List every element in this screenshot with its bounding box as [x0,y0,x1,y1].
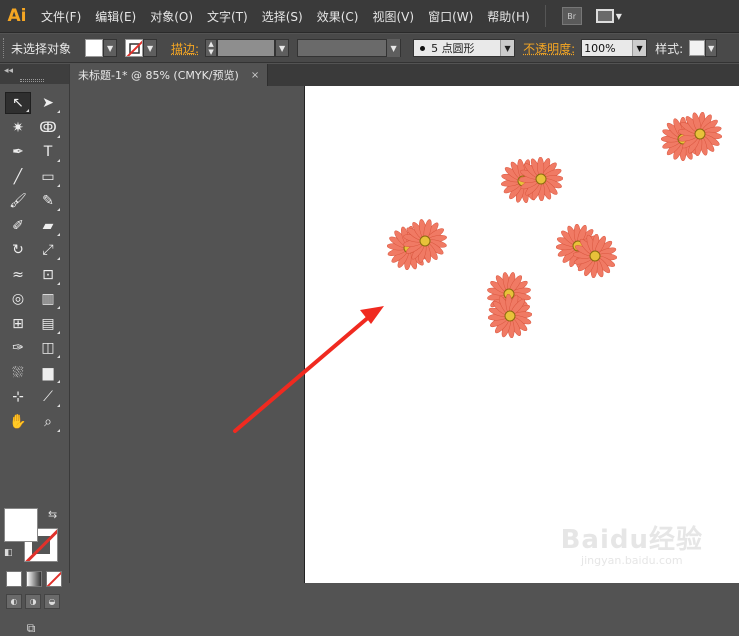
line-tool-icon[interactable]: ╱ [5,166,31,188]
fill-color-dropdown[interactable]: ▼ [85,39,118,57]
menu-window[interactable]: 窗口(W) [421,8,480,25]
free-transform-tool-icon[interactable]: ⊡ [35,264,61,286]
stroke-weight-input[interactable] [217,39,276,57]
menu-view[interactable]: 视图(V) [365,8,421,25]
menu-edit[interactable]: 编辑(E) [88,8,143,25]
fill-stroke-controls: ⇆ ◧ [4,508,64,566]
blend-tool-icon[interactable]: ◫ [35,337,61,359]
brush-size: 5 [431,42,439,55]
selection-tool-icon[interactable]: ↖ [5,92,31,114]
document-tab-bar: 未标题-1* @ 85% (CMYK/预览) × [70,64,739,86]
draw-inside-icon[interactable]: ◒ [44,594,60,609]
chevron-down-icon[interactable]: ▼ [500,40,515,56]
draw-normal-icon[interactable]: ◐ [6,594,22,609]
drawing-mode-row: ◐ ◑ ◒ [6,594,60,609]
mesh-tool-icon[interactable]: ⊞ [5,313,31,335]
document-tab[interactable]: 未标题-1* @ 85% (CMYK/预览) × [70,64,269,86]
gradient-mode-button[interactable] [26,571,42,587]
fill-color-box[interactable] [4,508,38,542]
red-arrow-annotation [233,306,384,433]
menu-type[interactable]: 文字(T) [200,8,255,25]
graphic-style-swatch[interactable] [689,40,706,56]
chevron-down-icon[interactable]: ▼ [103,39,118,57]
swap-fill-stroke-icon[interactable]: ⇆ [48,508,57,521]
screen-mode-icon[interactable]: ⧉ [19,620,43,636]
column-graph-tool-icon[interactable]: ▆ [35,362,61,384]
menu-help[interactable]: 帮助(H) [480,8,536,25]
fill-swatch[interactable] [85,39,104,57]
magic-wand-tool-icon[interactable]: ✷ [5,117,31,139]
stroke-weight-field[interactable]: ▲ ▼ ▼ [205,39,290,57]
slice-tool-icon[interactable]: ⟋ [35,386,61,408]
control-bar-grip[interactable] [3,38,7,58]
none-mode-button[interactable] [46,571,62,587]
eyedropper-tool-icon[interactable]: ✑ [5,337,31,359]
opacity-field[interactable]: 100% ▼ [581,39,648,57]
stroke-weight-stepper[interactable]: ▲ ▼ [205,39,218,57]
brush-shape: 点圆形 [441,42,475,55]
zoom-tool-icon[interactable]: ⌕ [35,411,61,433]
menu-object[interactable]: 对象(O) [143,8,200,25]
blob-brush-tool-icon[interactable]: ✐ [5,215,31,237]
tools-panel: ◂◂ ↖ ➤ ✷ ↂ ✒ T ╱ ▭ 🖌 ✎ ✐ ▰ ↻ ⤢ ≈ ⊡ ◎ ▥ ⊞ ▤ ✑ ◫ ⛆ ▆ ⊹ ⟋ ✋ ⌕ ⇆ ◧ ◐ ◑ … [0,64,70,635]
opacity-label[interactable]: 不透明度: [523,40,575,57]
pasteboard[interactable]: Baidu经验 jingyan.baidu.com [70,86,739,583]
close-icon[interactable]: × [251,70,259,81]
no-stroke-icon [126,40,143,56]
menu-file[interactable]: 文件(F) [34,8,88,25]
opacity-value[interactable]: 100% [582,42,632,55]
stroke-color-dropdown[interactable]: ▼ [125,39,158,57]
panel-grip[interactable] [20,79,44,82]
app-logo: Ai [7,6,27,26]
lasso-tool-icon[interactable]: ↂ [35,117,61,139]
draw-behind-icon[interactable]: ◑ [25,594,41,609]
tools-panel-header[interactable]: ◂◂ [0,64,69,84]
document-area: 未标题-1* @ 85% (CMYK/预览) × Baidu经验 jingyan… [70,64,739,583]
pencil-tool-icon[interactable]: ✎ [35,190,61,212]
direct-selection-tool-icon[interactable]: ➤ [35,92,61,114]
tools-grid: ↖ ➤ ✷ ↂ ✒ T ╱ ▭ 🖌 ✎ ✐ ▰ ↻ ⤢ ≈ ⊡ ◎ ▥ ⊞ ▤ ✑ ◫ ⛆ ▆ ⊹ ⟋ ✋ ⌕ [0,84,69,435]
type-tool-icon[interactable]: T [35,141,61,163]
default-fill-stroke-icon[interactable]: ◧ [4,548,13,558]
scale-tool-icon[interactable]: ⤢ [35,239,61,261]
chevron-down-icon[interactable]: ▼ [386,39,401,57]
symbol-sprayer-tool-icon[interactable]: ⛆ [5,362,31,384]
rectangle-tool-icon[interactable]: ▭ [35,166,61,188]
warp-tool-icon[interactable]: ≈ [5,264,31,286]
document-tab-title: 未标题-1* @ 85% (CMYK/预览) [78,69,239,82]
color-mode-button[interactable] [6,571,22,587]
artboard-tool-icon[interactable]: ⊹ [5,386,31,408]
rotate-tool-icon[interactable]: ↻ [5,239,31,261]
gradient-tool-icon[interactable]: ▤ [35,313,61,335]
hand-tool-icon[interactable]: ✋ [5,411,31,433]
brush-definition-dropdown[interactable]: 5 点圆形 ▼ [413,39,516,57]
arrange-documents-button[interactable]: ▼ [595,9,622,23]
selection-status: 未选择对象 [11,41,72,56]
go-to-bridge-button[interactable]: Br [561,7,582,25]
menu-effect[interactable]: 效果(C) [310,8,366,25]
brush-dot-icon [420,45,426,51]
paintbrush-tool-icon[interactable]: 🖌 [5,190,31,212]
shape-builder-tool-icon[interactable]: ◎ [5,288,31,310]
stroke-swatch[interactable] [125,39,144,57]
perspective-grid-tool-icon[interactable]: ▥ [35,288,61,310]
eraser-tool-icon[interactable]: ▰ [35,215,61,237]
arrange-documents-icon [595,9,614,23]
chevron-down-icon[interactable]: ▼ [705,39,718,57]
pen-tool-icon[interactable]: ✒ [5,141,31,163]
style-label: 样式: [655,41,684,56]
chevron-down-icon[interactable]: ▼ [143,39,158,57]
menu-bar: Ai 文件(F) 编辑(E) 对象(O) 文字(T) 选择(S) 效果(C) 视… [0,0,739,33]
collapse-icon[interactable]: ◂◂ [4,66,13,76]
menu-select[interactable]: 选择(S) [255,8,310,25]
chevron-down-icon[interactable]: ▼ [632,40,647,56]
control-bar: 未选择对象 ▼ ▼ 描边: ▲ ▼ ▼ ▼ 5 点圆形 ▼ 不透明度: 100% … [0,34,739,63]
stroke-label[interactable]: 描边: [171,40,199,57]
variable-width-profile-dropdown[interactable]: ▼ [297,39,402,57]
chevron-down-icon[interactable]: ▼ [275,39,290,57]
color-mode-row [6,571,62,587]
menu-divider [544,5,546,27]
chevron-down-icon: ▼ [615,11,622,21]
